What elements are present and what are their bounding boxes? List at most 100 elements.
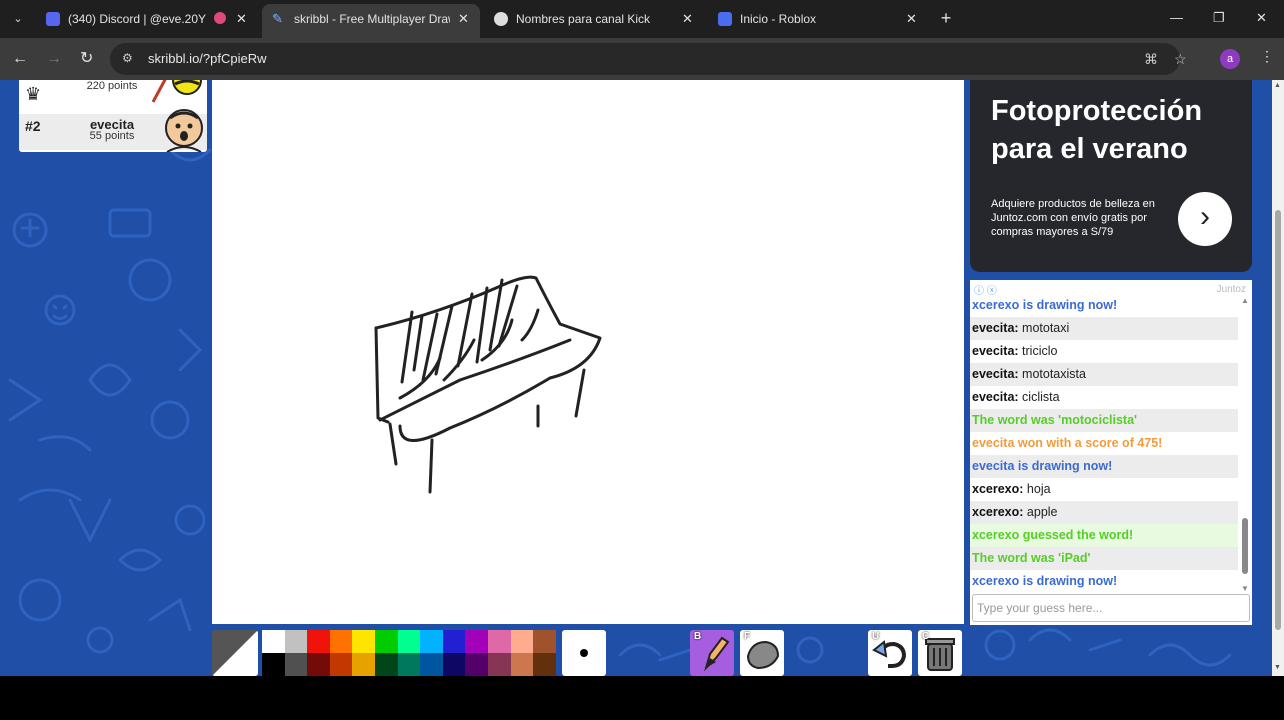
brush-size-preview[interactable] xyxy=(212,630,258,676)
chat-message: evecita: mototaxista xyxy=(970,363,1238,386)
chat-text: hoja xyxy=(1026,482,1051,496)
pen-tool-button[interactable]: B xyxy=(690,630,734,676)
color-swatch[interactable] xyxy=(488,653,511,676)
tab-title: (340) Discord | @eve.20Y xyxy=(68,12,207,26)
page-scrollbar[interactable]: ▲ ▼ xyxy=(1272,80,1284,676)
chat-author: evecita: xyxy=(972,321,1019,335)
scroll-down-icon[interactable]: ▼ xyxy=(1241,584,1249,593)
chat-scroll-thumb[interactable] xyxy=(1242,518,1248,574)
color-swatch[interactable] xyxy=(284,630,308,653)
color-swatch[interactable] xyxy=(488,630,511,653)
color-swatch[interactable] xyxy=(352,653,375,676)
color-swatch[interactable] xyxy=(533,630,556,653)
chat-author: xcerexo: xyxy=(972,482,1024,496)
close-tab-icon[interactable]: ✕ xyxy=(906,4,917,34)
color-swatch[interactable] xyxy=(375,630,398,653)
tab-title: Inicio - Roblox xyxy=(740,12,817,26)
chat-author: evecita: xyxy=(972,344,1019,358)
profile-avatar[interactable]: a xyxy=(1220,49,1240,69)
chat-author: xcerexo: xyxy=(972,505,1024,519)
site-settings-icon[interactable]: ⚙ xyxy=(122,51,138,67)
chat-message: xcerexo: apple xyxy=(970,501,1238,524)
color-swatch[interactable] xyxy=(352,630,375,653)
guess-input[interactable] xyxy=(972,594,1250,622)
color-swatch[interactable] xyxy=(307,630,330,653)
color-swatch[interactable] xyxy=(420,630,443,653)
chat-message: evecita: mototaxi xyxy=(970,317,1238,340)
color-swatch[interactable] xyxy=(510,653,534,676)
scroll-up-icon[interactable]: ▲ xyxy=(1241,296,1249,305)
tab-nombres[interactable]: Nombres para canal Kick ✕ xyxy=(484,4,704,34)
color-swatch[interactable] xyxy=(262,630,285,653)
color-swatch[interactable] xyxy=(307,653,330,676)
minimize-button[interactable]: — xyxy=(1170,10,1183,25)
chat-message: xcerexo guessed the word! xyxy=(970,524,1238,547)
tab-search-button[interactable]: ⌄ xyxy=(6,8,30,30)
player-row-2[interactable]: #2 evecita 55 points xyxy=(19,109,207,152)
url-text[interactable]: skribbl.io/?pfCpieRw xyxy=(148,51,267,66)
tab-discord[interactable]: (340) Discord | @eve.20Y ✕ xyxy=(36,4,258,34)
reload-button[interactable]: ↻ xyxy=(80,50,93,68)
new-tab-button[interactable]: + xyxy=(936,8,956,30)
close-tab-icon[interactable]: ✕ xyxy=(458,4,469,34)
maximize-button[interactable]: ❐ xyxy=(1213,10,1225,26)
chat-text: triciclo xyxy=(1022,344,1058,358)
crown-icon: ♛ xyxy=(25,84,42,104)
recording-icon xyxy=(214,12,226,24)
chat-message: evecita: ciclista xyxy=(970,386,1238,409)
page-scroll-thumb[interactable] xyxy=(1275,210,1281,630)
color-swatch[interactable] xyxy=(375,653,398,676)
close-tab-icon[interactable]: ✕ xyxy=(682,4,693,34)
close-tab-icon[interactable]: ✕ xyxy=(236,4,247,34)
ad-headline: Fotoprotección para el verano xyxy=(991,95,1203,165)
color-swatch[interactable] xyxy=(442,630,466,653)
color-swatch[interactable] xyxy=(284,653,308,676)
scroll-down-icon[interactable]: ▼ xyxy=(1274,664,1281,671)
scroll-up-icon[interactable]: ▲ xyxy=(1274,82,1281,89)
ad-banner[interactable]: Fotoprotección para el verano Adquiere p… xyxy=(970,80,1252,272)
color-swatch[interactable] xyxy=(420,653,443,676)
omnibox[interactable]: ⚙ skribbl.io/?pfCpieRw ⌘ ☆ xyxy=(110,43,1187,75)
color-swatch[interactable] xyxy=(465,630,488,653)
fill-tool-button[interactable]: F xyxy=(740,630,784,676)
player-avatar-icon xyxy=(165,109,203,152)
forward-button[interactable]: → xyxy=(46,50,62,68)
undo-shortcut-key: U xyxy=(872,631,880,642)
chat-messages: xcerexo is drawing now! evecita: mototaxi… xyxy=(970,294,1238,594)
bookmark-star-icon[interactable]: ☆ xyxy=(1174,51,1187,68)
chat-message: The word was 'iPad' xyxy=(970,547,1238,570)
undo-button[interactable]: U xyxy=(868,630,912,676)
color-swatch[interactable] xyxy=(465,653,488,676)
browser-menu-icon[interactable]: ⋮ xyxy=(1260,48,1274,65)
close-window-button[interactable]: ✕ xyxy=(1256,10,1267,26)
chat-scrollbar[interactable]: ▲ ▼ xyxy=(1240,296,1250,594)
tab-roblox[interactable]: Inicio - Roblox ✕ xyxy=(708,4,930,34)
chat-message: The word was 'motociclista' xyxy=(970,409,1238,432)
roblox-icon xyxy=(718,12,732,26)
color-swatch[interactable] xyxy=(329,653,353,676)
color-palette xyxy=(262,630,558,676)
skribbl-page: ♛ 220 points #2 evecita 55 points B F U … xyxy=(0,80,1272,676)
clear-button[interactable]: C xyxy=(918,630,962,676)
color-swatch[interactable] xyxy=(510,630,534,653)
tab-title: Nombres para canal Kick xyxy=(516,12,651,26)
player-rank: #2 xyxy=(25,118,41,134)
chat-author: evecita: xyxy=(972,390,1019,404)
drawing-canvas[interactable] xyxy=(212,80,964,624)
color-swatch[interactable] xyxy=(442,653,466,676)
chat-message: xcerexo is drawing now! xyxy=(972,574,1118,588)
openai-icon xyxy=(494,12,508,26)
translate-icon[interactable]: ⌘ xyxy=(1144,51,1158,68)
color-swatch[interactable] xyxy=(533,653,556,676)
ad-arrow-button[interactable]: › xyxy=(1178,192,1232,246)
color-swatch[interactable] xyxy=(397,630,421,653)
tab-skribbl[interactable]: ✎ skribbl - Free Multiplayer Draw ✕ xyxy=(262,4,480,38)
chat-message: evecita won with a score of 475! xyxy=(972,436,1163,450)
fill-shortcut-key: F xyxy=(744,631,751,642)
color-swatch[interactable] xyxy=(262,653,285,676)
color-swatch[interactable] xyxy=(329,630,353,653)
chat-author: evecita: xyxy=(972,367,1019,381)
color-swatch[interactable] xyxy=(397,653,421,676)
back-button[interactable]: ← xyxy=(12,50,28,68)
brush-size-button[interactable] xyxy=(562,630,606,676)
